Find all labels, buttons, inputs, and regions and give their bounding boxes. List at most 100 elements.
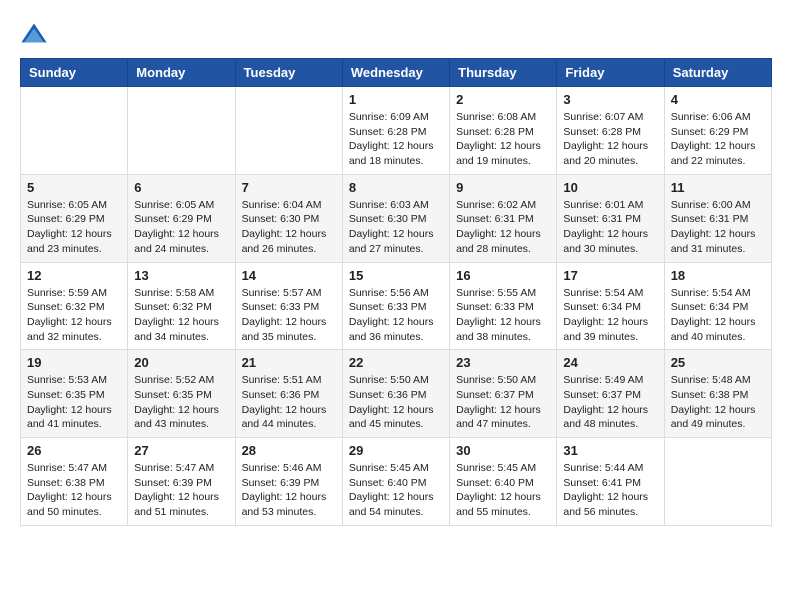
day-info: Sunrise: 6:09 AM Sunset: 6:28 PM Dayligh…: [349, 110, 443, 169]
day-cell: 7 Sunrise: 6:04 AM Sunset: 6:30 PM Daylig…: [235, 174, 342, 262]
day-info: Sunrise: 6:05 AM Sunset: 6:29 PM Dayligh…: [27, 198, 121, 257]
day-info: Sunrise: 5:55 AM Sunset: 6:33 PM Dayligh…: [456, 286, 550, 345]
day-cell: 15Sunrise: 5:56 AM Sunset: 6:33 PM Dayli…: [342, 262, 449, 350]
day-number: 9: [456, 180, 550, 195]
day-cell: [128, 87, 235, 175]
day-number: 3: [563, 92, 657, 107]
day-number: 14: [242, 268, 336, 283]
day-info: Sunrise: 6:07 AM Sunset: 6:28 PM Dayligh…: [563, 110, 657, 169]
day-number: 31: [563, 443, 657, 458]
logo: [20, 20, 52, 48]
day-info: Sunrise: 6:04 AM Sunset: 6:30 PM Dayligh…: [242, 198, 336, 257]
weekday-header-thursday: Thursday: [450, 59, 557, 87]
day-info: Sunrise: 5:45 AM Sunset: 6:40 PM Dayligh…: [349, 461, 443, 520]
day-info: Sunrise: 6:08 AM Sunset: 6:28 PM Dayligh…: [456, 110, 550, 169]
day-cell: 1Sunrise: 6:09 AM Sunset: 6:28 PM Daylig…: [342, 87, 449, 175]
week-row-3: 12Sunrise: 5:59 AM Sunset: 6:32 PM Dayli…: [21, 262, 772, 350]
weekday-header-tuesday: Tuesday: [235, 59, 342, 87]
week-row-1: 1Sunrise: 6:09 AM Sunset: 6:28 PM Daylig…: [21, 87, 772, 175]
day-cell: 29Sunrise: 5:45 AM Sunset: 6:40 PM Dayli…: [342, 438, 449, 526]
day-number: 26: [27, 443, 121, 458]
weekday-header-saturday: Saturday: [664, 59, 771, 87]
day-cell: 23 Sunrise: 5:50 AM Sunset: 6:37 PM Dayli…: [450, 350, 557, 438]
day-number: 21: [242, 355, 336, 370]
day-cell: 10 Sunrise: 6:01 AM Sunset: 6:31 PM Dayli…: [557, 174, 664, 262]
day-info: Sunrise: 5:45 AM Sunset: 6:40 PM Dayligh…: [456, 461, 550, 520]
day-info: Sunrise: 5:53 AM Sunset: 6:35 PM Dayligh…: [27, 373, 121, 432]
day-info: Sunrise: 5:50 AM Sunset: 6:36 PM Dayligh…: [349, 373, 443, 432]
day-number: 20: [134, 355, 228, 370]
day-cell: 30Sunrise: 5:45 AM Sunset: 6:40 PM Dayli…: [450, 438, 557, 526]
day-number: 28: [242, 443, 336, 458]
day-cell: 12Sunrise: 5:59 AM Sunset: 6:32 PM Dayli…: [21, 262, 128, 350]
header: [20, 20, 772, 48]
day-info: Sunrise: 6:03 AM Sunset: 6:30 PM Dayligh…: [349, 198, 443, 257]
day-info: Sunrise: 5:50 AM Sunset: 6:37 PM Dayligh…: [456, 373, 550, 432]
day-cell: 25 Sunrise: 5:48 AM Sunset: 6:38 PM Dayli…: [664, 350, 771, 438]
day-cell: 6Sunrise: 6:05 AM Sunset: 6:29 PM Daylig…: [128, 174, 235, 262]
day-cell: 22 Sunrise: 5:50 AM Sunset: 6:36 PM Dayli…: [342, 350, 449, 438]
day-cell: [235, 87, 342, 175]
day-number: 24: [563, 355, 657, 370]
day-cell: 11 Sunrise: 6:00 AM Sunset: 6:31 PM Dayli…: [664, 174, 771, 262]
day-info: Sunrise: 6:06 AM Sunset: 6:29 PM Dayligh…: [671, 110, 765, 169]
day-info: Sunrise: 5:44 AM Sunset: 6:41 PM Dayligh…: [563, 461, 657, 520]
day-number: 27: [134, 443, 228, 458]
day-cell: 13Sunrise: 5:58 AM Sunset: 6:32 PM Dayli…: [128, 262, 235, 350]
day-cell: 9 Sunrise: 6:02 AM Sunset: 6:31 PM Daylig…: [450, 174, 557, 262]
day-cell: 19 Sunrise: 5:53 AM Sunset: 6:35 PM Dayli…: [21, 350, 128, 438]
day-cell: 27 Sunrise: 5:47 AM Sunset: 6:39 PM Dayli…: [128, 438, 235, 526]
day-cell: 3 Sunrise: 6:07 AM Sunset: 6:28 PM Daylig…: [557, 87, 664, 175]
day-number: 23: [456, 355, 550, 370]
day-number: 22: [349, 355, 443, 370]
day-info: Sunrise: 5:54 AM Sunset: 6:34 PM Dayligh…: [563, 286, 657, 345]
day-number: 17: [563, 268, 657, 283]
weekday-header-wednesday: Wednesday: [342, 59, 449, 87]
day-number: 7: [242, 180, 336, 195]
day-info: Sunrise: 5:49 AM Sunset: 6:37 PM Dayligh…: [563, 373, 657, 432]
day-cell: 31 Sunrise: 5:44 AM Sunset: 6:41 PM Dayli…: [557, 438, 664, 526]
day-number: 10: [563, 180, 657, 195]
day-number: 11: [671, 180, 765, 195]
day-cell: 14Sunrise: 5:57 AM Sunset: 6:33 PM Dayli…: [235, 262, 342, 350]
logo-icon: [20, 20, 48, 48]
weekday-header-sunday: Sunday: [21, 59, 128, 87]
day-cell: 8Sunrise: 6:03 AM Sunset: 6:30 PM Daylig…: [342, 174, 449, 262]
day-info: Sunrise: 5:48 AM Sunset: 6:38 PM Dayligh…: [671, 373, 765, 432]
day-cell: 5 Sunrise: 6:05 AM Sunset: 6:29 PM Daylig…: [21, 174, 128, 262]
day-number: 19: [27, 355, 121, 370]
day-info: Sunrise: 5:47 AM Sunset: 6:39 PM Dayligh…: [134, 461, 228, 520]
day-number: 2: [456, 92, 550, 107]
day-number: 5: [27, 180, 121, 195]
day-info: Sunrise: 5:52 AM Sunset: 6:35 PM Dayligh…: [134, 373, 228, 432]
day-info: Sunrise: 5:47 AM Sunset: 6:38 PM Dayligh…: [27, 461, 121, 520]
day-cell: 24 Sunrise: 5:49 AM Sunset: 6:37 PM Dayli…: [557, 350, 664, 438]
day-cell: 20 Sunrise: 5:52 AM Sunset: 6:35 PM Dayli…: [128, 350, 235, 438]
day-cell: 17 Sunrise: 5:54 AM Sunset: 6:34 PM Dayli…: [557, 262, 664, 350]
day-cell: 21 Sunrise: 5:51 AM Sunset: 6:36 PM Dayli…: [235, 350, 342, 438]
day-number: 13: [134, 268, 228, 283]
day-cell: 4 Sunrise: 6:06 AM Sunset: 6:29 PM Daylig…: [664, 87, 771, 175]
day-number: 16: [456, 268, 550, 283]
weekday-header-friday: Friday: [557, 59, 664, 87]
day-cell: [21, 87, 128, 175]
day-info: Sunrise: 5:56 AM Sunset: 6:33 PM Dayligh…: [349, 286, 443, 345]
day-info: Sunrise: 5:51 AM Sunset: 6:36 PM Dayligh…: [242, 373, 336, 432]
day-info: Sunrise: 6:00 AM Sunset: 6:31 PM Dayligh…: [671, 198, 765, 257]
day-info: Sunrise: 6:02 AM Sunset: 6:31 PM Dayligh…: [456, 198, 550, 257]
day-number: 18: [671, 268, 765, 283]
day-info: Sunrise: 5:59 AM Sunset: 6:32 PM Dayligh…: [27, 286, 121, 345]
day-info: Sunrise: 6:01 AM Sunset: 6:31 PM Dayligh…: [563, 198, 657, 257]
day-number: 4: [671, 92, 765, 107]
week-row-5: 26 Sunrise: 5:47 AM Sunset: 6:38 PM Dayli…: [21, 438, 772, 526]
day-cell: 16 Sunrise: 5:55 AM Sunset: 6:33 PM Dayli…: [450, 262, 557, 350]
calendar: SundayMondayTuesdayWednesdayThursdayFrid…: [20, 58, 772, 526]
week-row-2: 5 Sunrise: 6:05 AM Sunset: 6:29 PM Daylig…: [21, 174, 772, 262]
day-cell: 18 Sunrise: 5:54 AM Sunset: 6:34 PM Dayli…: [664, 262, 771, 350]
day-info: Sunrise: 5:54 AM Sunset: 6:34 PM Dayligh…: [671, 286, 765, 345]
day-cell: 2 Sunrise: 6:08 AM Sunset: 6:28 PM Daylig…: [450, 87, 557, 175]
day-info: Sunrise: 6:05 AM Sunset: 6:29 PM Dayligh…: [134, 198, 228, 257]
day-number: 25: [671, 355, 765, 370]
day-info: Sunrise: 5:46 AM Sunset: 6:39 PM Dayligh…: [242, 461, 336, 520]
weekday-header-monday: Monday: [128, 59, 235, 87]
